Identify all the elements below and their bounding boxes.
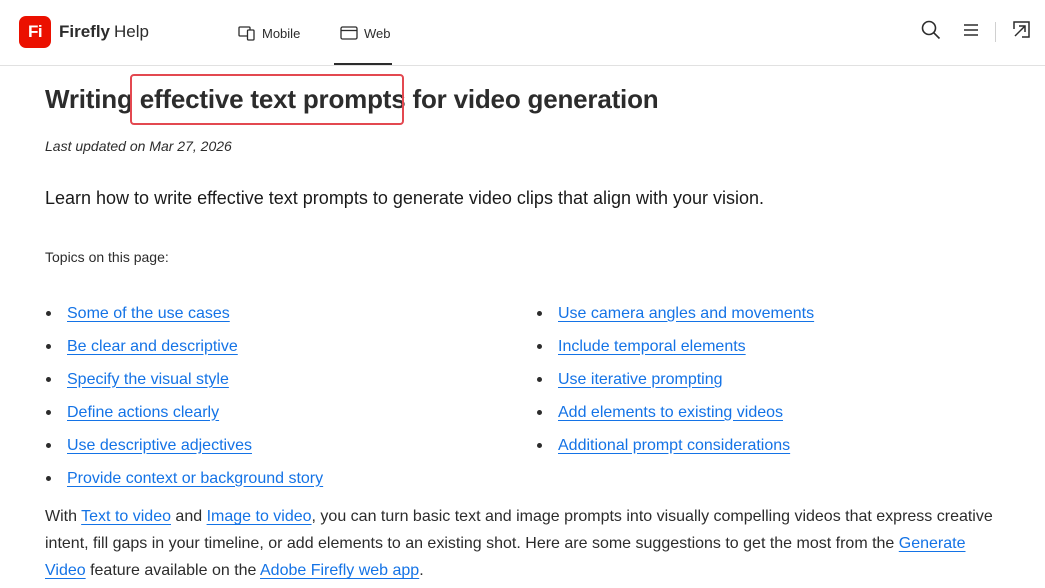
search-button[interactable] <box>920 20 942 45</box>
bullet <box>537 311 542 316</box>
list-item: Include temporal elements <box>536 330 814 363</box>
list-item: Specify the visual style <box>45 363 323 396</box>
open-external-icon <box>1011 20 1031 45</box>
bullet <box>46 443 51 448</box>
image-to-video-link[interactable]: Image to video <box>207 508 312 525</box>
para-text: . <box>419 562 424 579</box>
para-text: With <box>45 508 82 525</box>
brand-suffix: Help <box>114 22 149 41</box>
text-to-video-link[interactable]: Text to video <box>81 508 171 525</box>
bullet <box>537 443 542 448</box>
browser-window-icon <box>340 26 358 40</box>
tab-web[interactable]: Web <box>340 0 391 66</box>
topic-link[interactable]: Use camera angles and movements <box>558 305 814 323</box>
last-updated: Last updated on Mar 27, 2026 <box>45 138 232 154</box>
bullet <box>46 311 51 316</box>
tab-mobile-label: Mobile <box>262 25 301 41</box>
topic-link[interactable]: Some of the use cases <box>67 305 230 323</box>
list-item: Use camera angles and movements <box>536 297 814 330</box>
menu-button[interactable] <box>960 21 982 43</box>
bullet <box>46 344 51 349</box>
tab-mobile[interactable]: Mobile <box>238 0 300 66</box>
brand-title[interactable]: Firefly Help <box>59 22 149 42</box>
topic-link[interactable]: Be clear and descriptive <box>67 338 238 356</box>
para-text: and <box>170 508 207 525</box>
title-part-after: for video generation <box>405 84 659 114</box>
bullet <box>537 344 542 349</box>
firefly-web-app-link[interactable]: Adobe Firefly web app <box>260 562 419 579</box>
search-icon <box>921 20 941 45</box>
brand-name: Firefly <box>59 22 111 41</box>
title-part-before: Writing <box>45 84 140 114</box>
menu-icon <box>963 23 979 42</box>
highlight-box <box>130 74 404 125</box>
bullet <box>46 476 51 481</box>
topic-link[interactable]: Include temporal elements <box>558 338 746 356</box>
bullet <box>537 377 542 382</box>
topic-link[interactable]: Use iterative prompting <box>558 371 723 389</box>
active-tab-indicator <box>334 63 392 65</box>
topic-link[interactable]: Provide context or background story <box>67 470 323 488</box>
topics-list-left: Some of the use cases Be clear and descr… <box>45 297 323 495</box>
bullet <box>46 377 51 382</box>
topic-link[interactable]: Define actions clearly <box>67 404 219 422</box>
toolbar-divider <box>995 22 996 42</box>
topic-link[interactable]: Additional prompt considerations <box>558 437 790 455</box>
topic-link[interactable]: Specify the visual style <box>67 371 229 389</box>
topic-link[interactable]: Use descriptive adjectives <box>67 437 252 455</box>
list-item: Provide context or background story <box>45 462 323 495</box>
devices-icon <box>238 25 256 41</box>
intro-paragraph: With Text to video and Image to video, y… <box>45 503 1005 584</box>
para-text: feature available on the <box>85 562 260 579</box>
topic-link[interactable]: Add elements to existing videos <box>558 404 783 422</box>
tab-web-label: Web <box>364 25 391 41</box>
list-item: Define actions clearly <box>45 396 323 429</box>
firefly-logo[interactable]: Fi <box>19 16 51 48</box>
list-item: Add elements to existing videos <box>536 396 814 429</box>
list-item: Additional prompt considerations <box>536 429 814 462</box>
topics-list-right: Use camera angles and movements Include … <box>536 297 814 462</box>
list-item: Use iterative prompting <box>536 363 814 396</box>
list-item: Some of the use cases <box>45 297 323 330</box>
topics-label: Topics on this page: <box>45 249 169 265</box>
list-item: Use descriptive adjectives <box>45 429 323 462</box>
bullet <box>537 410 542 415</box>
bullet <box>46 410 51 415</box>
top-navigation-bar: Fi Firefly Help Mobile Web <box>0 0 1045 66</box>
lead-paragraph: Learn how to write effective text prompt… <box>45 188 765 208</box>
list-item: Be clear and descriptive <box>45 330 323 363</box>
open-in-app-button[interactable] <box>1010 20 1032 45</box>
